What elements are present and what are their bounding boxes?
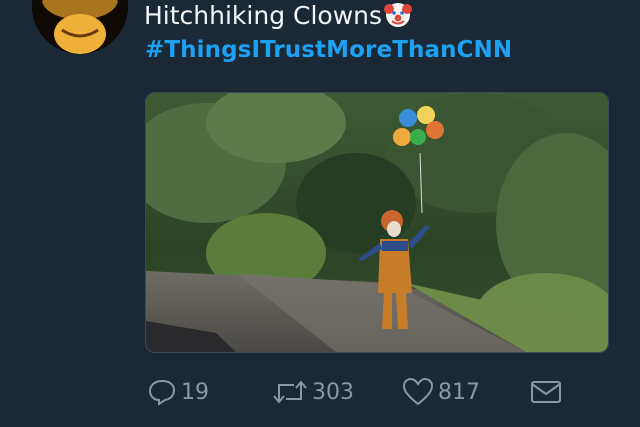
clown-face-emoji-icon	[383, 0, 413, 37]
retweet-button[interactable]: 303	[272, 372, 354, 412]
like-button[interactable]: 817	[402, 372, 480, 412]
retweet-count: 303	[312, 379, 354, 405]
reply-button[interactable]: 19	[147, 372, 209, 412]
tweet-hashtag[interactable]: #ThingsITrustMoreThanCNN	[145, 35, 512, 65]
tweet-actions-bar: 19 303 817	[0, 372, 640, 412]
envelope-icon	[530, 377, 562, 407]
retweet-icon	[272, 377, 308, 407]
heart-icon	[402, 377, 434, 407]
reply-bubble-icon	[147, 377, 177, 407]
like-count: 817	[438, 379, 480, 405]
tweet-photo[interactable]	[145, 92, 609, 353]
profile-avatar[interactable]	[32, 0, 128, 54]
display-name[interactable]: Hitchhiking Clowns	[144, 0, 413, 37]
direct-message-button[interactable]	[530, 372, 562, 412]
reply-count: 19	[181, 379, 209, 405]
display-name-text: Hitchhiking Clowns	[144, 1, 383, 30]
